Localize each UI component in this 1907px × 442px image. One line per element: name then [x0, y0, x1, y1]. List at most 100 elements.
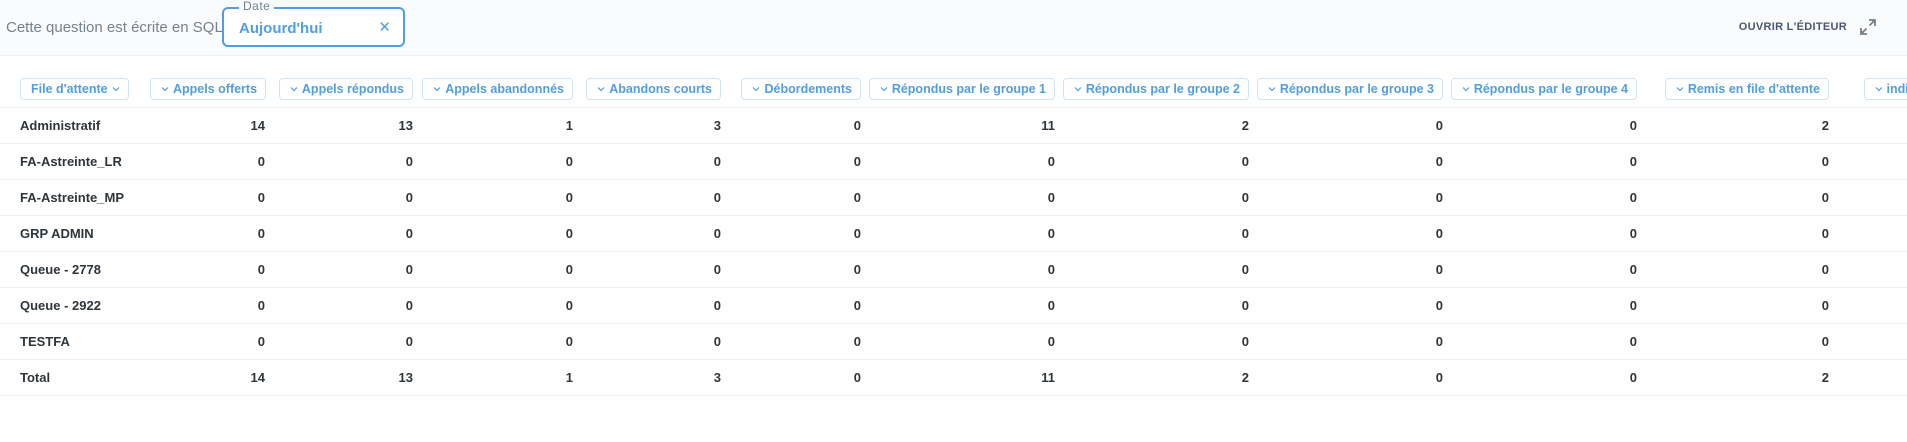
table-cell: 0 — [1249, 179, 1443, 216]
table-cell: 0 — [150, 287, 265, 324]
table-cell: 2 — [1055, 359, 1249, 396]
column-sort-button[interactable]: File d'attente — [20, 78, 129, 101]
table-cell: 0 — [1055, 179, 1249, 216]
table-cell — [1829, 179, 1907, 216]
table-cell: 0 — [1055, 215, 1249, 252]
table-row: TESTFA 0 0 0 0 0 0 0 0 0 0 — [0, 323, 1907, 360]
table-cell: 0 — [1637, 287, 1829, 324]
column-header: Remis en file d'attente — [1637, 72, 1829, 108]
column-sort-button[interactable]: indispo — [1863, 78, 1907, 101]
table-cell: 0 — [721, 215, 861, 252]
table-cell: 0 — [1249, 287, 1443, 324]
column-header-label: Répondus par le groupe 4 — [1473, 82, 1628, 97]
row-label: Queue - 2778 — [0, 251, 150, 288]
table-cell: 0 — [721, 359, 861, 396]
table-cell: 0 — [265, 179, 413, 216]
column-sort-button[interactable]: Appels répondus — [278, 78, 413, 101]
table-row: Total 14 13 1 3 0 11 2 0 0 2 — [0, 359, 1907, 396]
table-cell: 0 — [413, 215, 573, 252]
table-cell: 2 — [1637, 359, 1829, 396]
column-sort-button[interactable]: Répondus par le groupe 3 — [1256, 78, 1443, 101]
table-cell: 0 — [721, 143, 861, 180]
column-header: Débordements — [721, 72, 861, 108]
table-cell: 0 — [861, 287, 1055, 324]
table-cell: 0 — [265, 251, 413, 288]
open-editor-label: OUVRIR L'ÉDITEUR — [1738, 21, 1847, 33]
table-cell: 0 — [573, 287, 721, 324]
column-header-label: Appels répondus — [301, 82, 404, 97]
table-cell: 0 — [721, 287, 861, 324]
table-cell: 0 — [861, 215, 1055, 252]
table-cell: 2 — [1637, 107, 1829, 144]
column-sort-button[interactable]: Répondus par le groupe 2 — [1062, 78, 1249, 101]
table-body: Administratif 14 13 1 3 0 11 2 0 0 2 FA-Astreinte_L… — [0, 107, 1907, 396]
row-label: Total — [0, 359, 150, 396]
column-sort-button[interactable]: Abandons courts — [586, 78, 721, 101]
column-header-label: indispo — [1886, 82, 1907, 97]
chevron-down-icon — [1875, 87, 1882, 92]
table-cell — [1829, 107, 1907, 144]
table-cell: 0 — [1443, 143, 1637, 180]
table-cell: 0 — [1055, 323, 1249, 360]
sql-note: Cette question est écrite en SQL. — [6, 19, 227, 36]
table-cell: 0 — [413, 287, 573, 324]
date-filter[interactable]: Date Aujourd'hui ✕ — [222, 0, 405, 47]
chevron-down-icon — [597, 87, 605, 92]
table-row: Queue - 2778 0 0 0 0 0 0 0 0 0 0 — [0, 251, 1907, 288]
row-label: FA-Astreinte_LR — [0, 143, 150, 180]
table-cell: 13 — [265, 107, 413, 144]
column-sort-button[interactable]: Appels abandonnés — [422, 78, 573, 101]
table-row: FA-Astreinte_LR 0 0 0 0 0 0 0 0 0 0 — [0, 143, 1907, 180]
row-label: FA-Astreinte_MP — [0, 179, 150, 216]
table-cell: 0 — [1249, 107, 1443, 144]
column-sort-button[interactable]: Répondus par le groupe 1 — [868, 78, 1055, 101]
table-cell: 0 — [573, 323, 721, 360]
table-cell: 0 — [1637, 215, 1829, 252]
column-header: Appels offerts — [150, 72, 267, 108]
column-sort-button[interactable]: Remis en file d'attente — [1664, 78, 1829, 101]
table-cell: 0 — [265, 287, 413, 324]
table-cell: 0 — [1637, 143, 1829, 180]
date-filter-value[interactable]: Aujourd'hui — [239, 20, 323, 37]
column-sort-button[interactable]: Débordements — [741, 78, 861, 101]
close-icon[interactable]: ✕ — [378, 18, 391, 36]
table-cell: 0 — [1443, 107, 1637, 144]
table-cell: 0 — [1249, 143, 1443, 180]
table-cell: 0 — [150, 251, 265, 288]
column-header: Répondus par le groupe 1 — [861, 72, 1055, 108]
table-cell: 0 — [265, 143, 413, 180]
column-sort-button[interactable]: Répondus par le groupe 4 — [1450, 78, 1637, 101]
table-cell: 0 — [1249, 323, 1443, 360]
table-row: GRP ADMIN 0 0 0 0 0 0 0 0 0 0 — [0, 215, 1907, 252]
open-editor-button[interactable]: OUVRIR L'ÉDITEUR — [1739, 18, 1877, 36]
column-header-label: Appels abandonnés — [445, 82, 564, 97]
table-cell: 0 — [573, 179, 721, 216]
table-cell — [1829, 251, 1907, 288]
column-sort-button[interactable]: Appels offerts — [150, 78, 267, 101]
table-row: Administratif 14 13 1 3 0 11 2 0 0 2 — [0, 107, 1907, 144]
column-header: indispo — [1829, 72, 1907, 108]
table-cell — [1829, 323, 1907, 360]
expand-icon — [1860, 19, 1876, 35]
table-cell: 0 — [1055, 251, 1249, 288]
column-header-label: File d'attente — [31, 82, 108, 97]
table-cell: 0 — [1443, 287, 1637, 324]
table-cell: 0 — [1443, 323, 1637, 360]
column-header-label: Débordements — [764, 82, 852, 97]
table-cell: 0 — [150, 215, 265, 252]
table-cell: 11 — [861, 107, 1055, 144]
table-cell: 0 — [721, 107, 861, 144]
question-header: Cette question est écrite en SQL. Date A… — [0, 0, 1907, 56]
chevron-down-icon — [290, 87, 298, 92]
column-header-label: Répondus par le groupe 3 — [1279, 82, 1434, 97]
column-header: File d'attente — [0, 72, 150, 108]
table-row: Queue - 2922 0 0 0 0 0 0 0 0 0 0 — [0, 287, 1907, 324]
table-cell: 1 — [413, 359, 573, 396]
table-cell: 0 — [1637, 323, 1829, 360]
table-cell: 1 — [413, 107, 573, 144]
chevron-down-icon — [1268, 87, 1276, 92]
table-cell: 0 — [1055, 143, 1249, 180]
column-header-label: Remis en file d'attente — [1687, 82, 1820, 97]
table-cell: 3 — [573, 359, 721, 396]
table-cell: 13 — [265, 359, 413, 396]
